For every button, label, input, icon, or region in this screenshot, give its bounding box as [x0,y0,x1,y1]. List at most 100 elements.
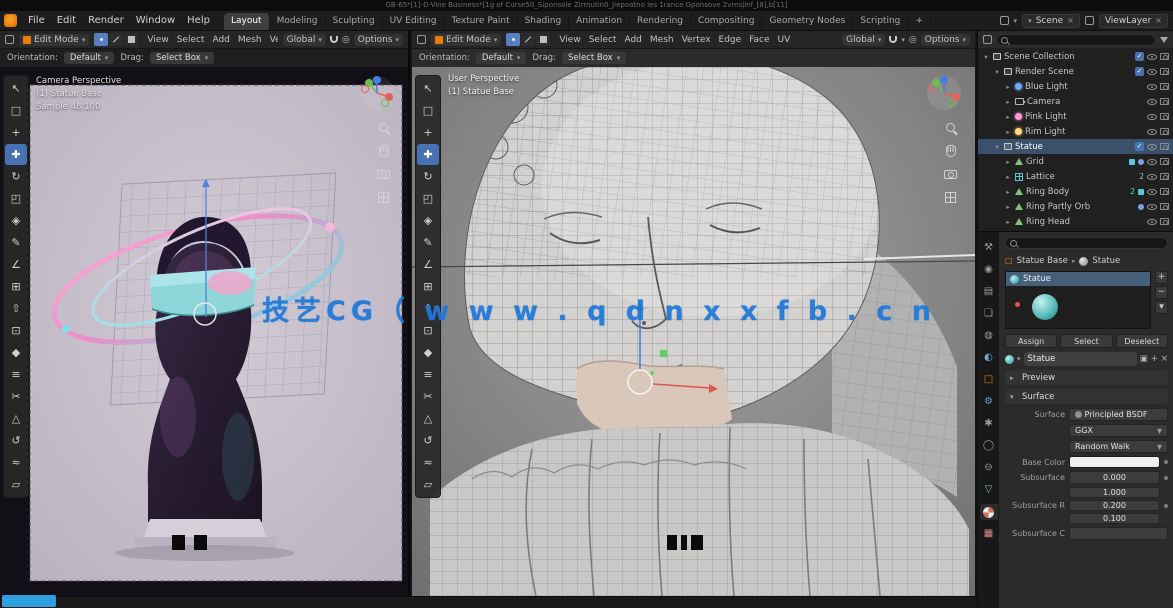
render-visibility-icon[interactable] [1160,128,1169,135]
shear-tool[interactable]: ▱ [5,474,27,495]
bevel-tool[interactable]: ◆ [417,342,439,363]
checkbox-icon[interactable]: ✓ [1135,142,1144,151]
measure-tool[interactable]: ∠ [5,254,27,275]
outliner-row-rim-light[interactable]: ▸ Rim Light [978,124,1173,139]
eye-icon[interactable] [1147,174,1157,180]
tab-sculpting[interactable]: Sculpting [326,13,383,30]
mode-dropdown[interactable]: Edit Mode ▾ [19,34,89,46]
tab-compositing[interactable]: Compositing [691,13,762,30]
pan-hand-icon[interactable] [379,145,389,157]
tab-layout[interactable]: Layout [224,13,270,30]
eye-icon[interactable] [1147,189,1157,195]
menu-render[interactable]: Render [82,15,130,26]
tab-particles[interactable]: ✱ [980,416,998,432]
vertex-select-button[interactable] [94,33,108,46]
animate-dot-icon[interactable] [1164,460,1168,464]
smooth-tool[interactable]: ≈ [417,452,439,473]
render-visibility-icon[interactable] [1160,143,1169,150]
material-name-field[interactable]: Statue [1024,352,1137,366]
render-visibility-icon[interactable] [1160,83,1169,90]
eye-icon[interactable] [1147,129,1157,135]
blender-logo-icon[interactable] [4,14,17,27]
zoom-icon[interactable] [379,123,388,132]
edge-select-button[interactable] [521,33,535,46]
eye-icon[interactable] [1147,54,1157,60]
tab-material[interactable] [980,504,998,520]
checkbox-icon[interactable]: ✓ [1135,67,1144,76]
outliner-row-statue[interactable]: ▾ Statue ✓ [978,139,1173,154]
knife-tool[interactable]: ✂ [417,386,439,407]
tab-geometry-nodes[interactable]: Geometry Nodes [762,13,853,30]
inset-faces-tool[interactable]: ⊡ [5,320,27,341]
options-dropdown[interactable]: Options ▾ [921,34,970,46]
orientation-dropdown[interactable]: Global ▾ [842,34,885,46]
pan-hand-icon[interactable] [946,145,956,157]
select-box-tool[interactable]: □ [5,100,27,121]
chevron-down-icon[interactable]: ▾ [1014,17,1018,25]
tab-scripting[interactable]: Scripting [853,13,908,30]
scale-tool[interactable]: ◰ [417,188,439,209]
spin-tool[interactable]: ↺ [5,430,27,451]
menu-edge[interactable]: Edge [715,35,746,45]
eye-icon[interactable] [1147,69,1157,75]
edge-select-button[interactable] [109,33,123,46]
preview-section-header[interactable]: ▸ Preview [1005,370,1168,385]
extrude-tool[interactable]: ⇧ [5,298,27,319]
scene-selector[interactable]: ▾ Scene × [1022,14,1080,28]
chevron-down-icon[interactable]: ▾ [901,36,905,44]
face-select-button[interactable] [536,33,550,46]
menu-help[interactable]: Help [181,15,216,26]
transform-tool[interactable]: ◈ [5,210,27,231]
select-box-dropdown[interactable]: Select Box ▾ [562,52,626,64]
filter-icon[interactable] [1160,37,1168,43]
assign-button[interactable]: Assign [1005,334,1057,348]
orientation-setting-dropdown[interactable]: Default ▾ [476,52,527,64]
tweak-select-tool[interactable]: ↖ [417,78,439,99]
close-icon[interactable]: × [1067,16,1074,25]
eye-icon[interactable] [1147,84,1157,90]
rotate-tool[interactable]: ↻ [5,166,27,187]
outliner-row-camera[interactable]: ▸ Camera [978,94,1173,109]
tab-scene[interactable]: ◍ [980,328,998,344]
eye-icon[interactable] [1147,204,1157,210]
annotate-tool[interactable]: ✎ [417,232,439,253]
fake-user-icon[interactable]: ▣ [1140,354,1148,364]
material-browse-icon[interactable] [1005,355,1014,364]
properties-search-input[interactable] [1005,237,1168,249]
close-icon[interactable]: × [1155,16,1162,25]
expand-caret-icon[interactable]: ▸ [1004,98,1012,106]
eye-icon[interactable] [1147,159,1157,165]
expand-caret-icon[interactable]: ▸ [1004,218,1012,226]
scale-tool[interactable]: ◰ [5,188,27,209]
outliner-row-pink-light[interactable]: ▸ Pink Light [978,109,1173,124]
editor-type-icon[interactable] [983,35,992,44]
scene-browse-icon[interactable] [1000,16,1009,25]
tab-modifiers[interactable]: ⚙ [980,394,998,410]
render-visibility-icon[interactable] [1160,158,1169,165]
expand-caret-icon[interactable]: ▾ [993,68,1001,76]
menu-edit[interactable]: Edit [51,15,82,26]
new-material-icon[interactable]: + [1151,354,1158,364]
expand-caret-icon[interactable]: ▾ [993,143,1001,151]
subsurface-color-field[interactable] [1069,527,1168,540]
tab-view-layer[interactable]: ❏ [980,306,998,322]
tab-object[interactable]: □ [980,372,998,388]
cursor-tool[interactable]: + [417,122,439,143]
render-visibility-icon[interactable] [1160,53,1169,60]
spin-tool[interactable]: ↺ [417,430,439,451]
radius-y-field[interactable]: 0.200 [1069,500,1160,511]
select-box-dropdown[interactable]: Select Box ▾ [150,52,214,64]
proportional-edit-icon[interactable]: ◎ [909,35,917,45]
add-slot-button[interactable]: + [1155,271,1168,284]
proportional-edit-icon[interactable]: ◎ [342,35,350,45]
unlink-icon[interactable]: × [1161,354,1168,364]
eye-icon[interactable] [1147,114,1157,120]
eye-icon[interactable] [1147,219,1157,225]
breadcrumb-material[interactable]: Statue [1092,256,1120,266]
render-visibility-icon[interactable] [1160,173,1169,180]
orientation-dropdown[interactable]: Global ▾ [283,34,326,46]
tab-output[interactable]: ▤ [980,284,998,300]
select-button[interactable]: Select [1060,334,1112,348]
render-visibility-icon[interactable] [1160,113,1169,120]
tab-modeling[interactable]: Modeling [270,13,326,30]
